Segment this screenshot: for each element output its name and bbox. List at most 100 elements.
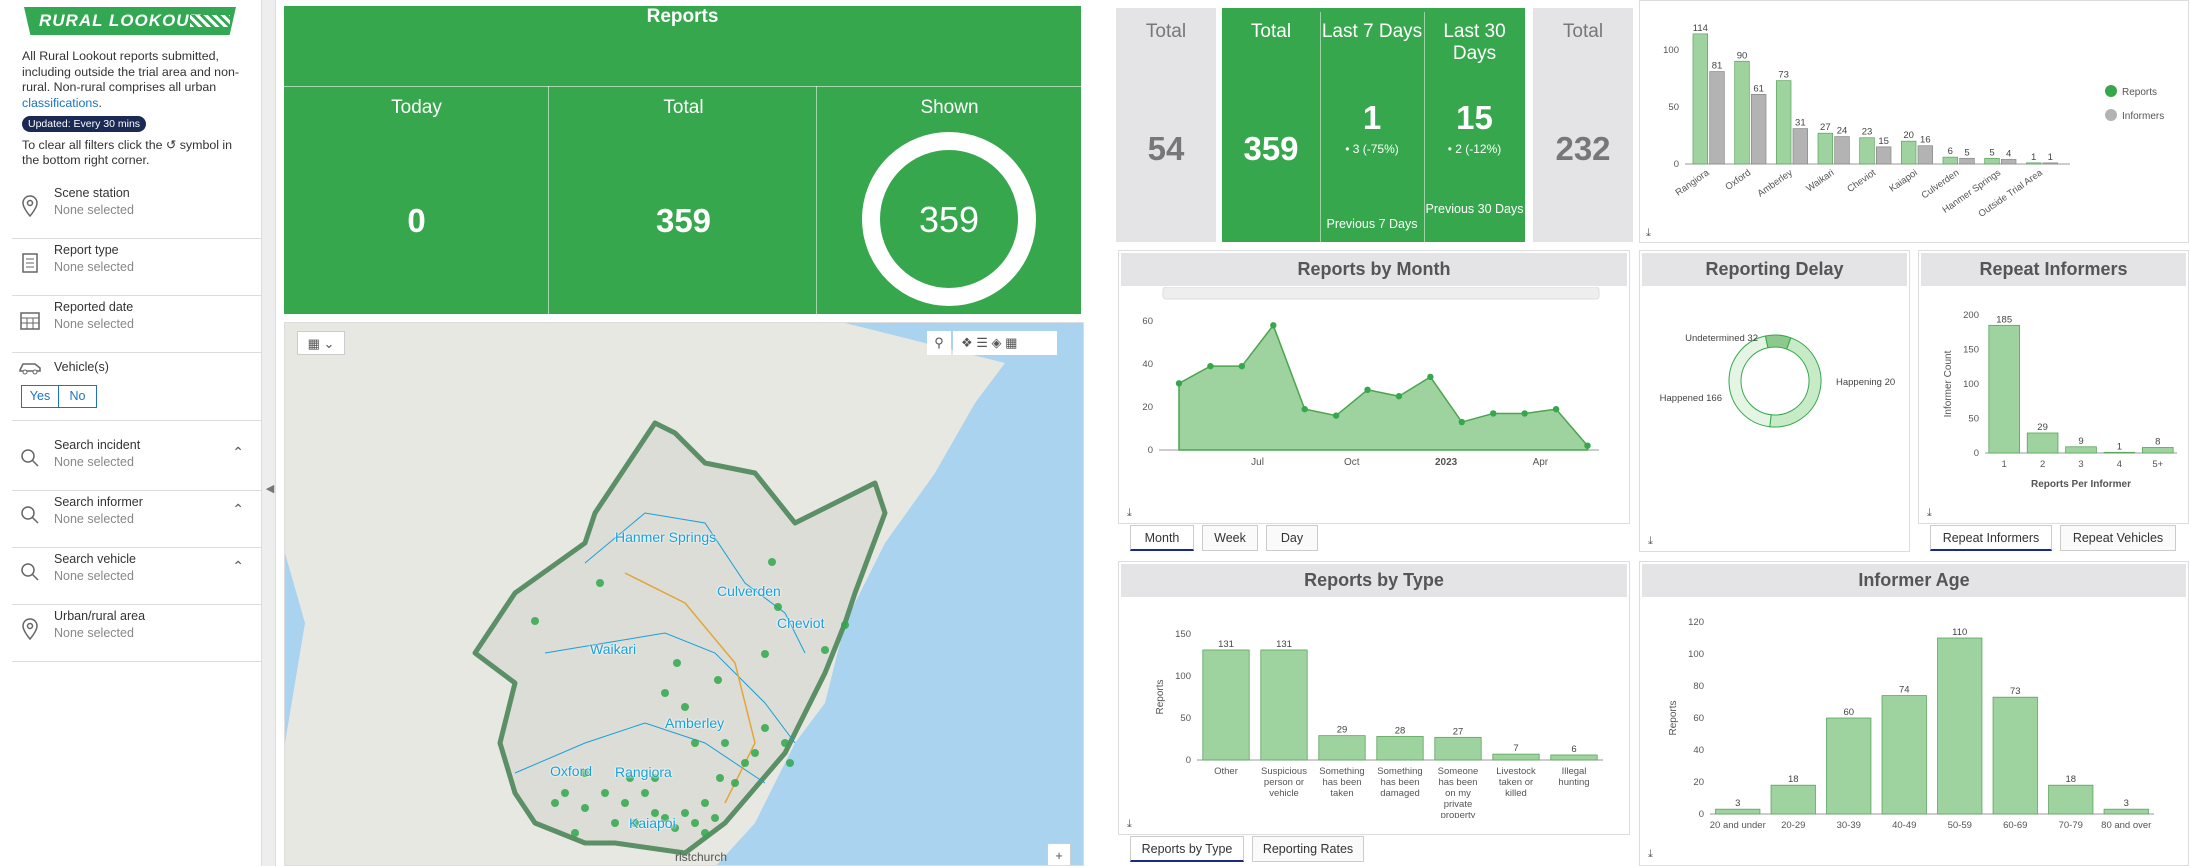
bar [1917,145,1934,165]
reports-by-type-chart: 0 50 100 150 131 Other 131 Suspicious person or v… [1155,629,1603,818]
bar [1715,808,1761,815]
divider [816,86,817,314]
filter-urban-rural[interactable]: Urban/rural area None selected [12,605,261,662]
filter-label: Reported date [54,300,134,314]
filter-report-type[interactable]: Report type None selected [12,239,261,296]
last-7-days-label: Last 7 Days [1321,21,1423,42]
x-tick-label: Oct [1344,457,1360,468]
shown-gauge: 359 [862,132,1036,306]
previous-30-days-label: Previous 30 Days [1425,202,1524,216]
filter-scene-station[interactable]: Scene station None selected [12,182,261,239]
basemap-toggle-button[interactable]: ▦ ⌄ [297,331,345,355]
x-tick-label: Something has been taken [1319,766,1364,799]
filter-reported-date[interactable]: Reported date None selected [12,296,261,353]
filter-value: None selected [54,455,134,469]
data-label: 23 [1862,127,1873,138]
data-label: 1 [2117,441,2122,452]
legend-label: Reports [2122,87,2157,98]
reporting-delay-chart: Happened 166 Happening 20 Undetermined 32 [1660,333,1895,428]
x-tick-label: 3 [2078,459,2083,470]
calendar-icon [20,312,40,330]
data-label: 27 [1820,122,1831,133]
bar [1834,136,1850,165]
filter-label: Search incident [54,438,141,452]
vehicle-yes-button[interactable]: Yes [21,385,59,408]
data-point [1395,393,1403,400]
filter-value: None selected [54,260,134,274]
chevron-up-icon[interactable]: ⌃ [232,558,244,575]
filter-label: Vehicle(s) [54,360,109,374]
download-icon[interactable]: ⤓ [1646,227,1651,240]
divider [284,86,1081,87]
data-point [1332,412,1340,419]
bar [2025,162,2042,165]
reports-map[interactable]: ▦ ⌄ ⚲ ❖ ☰ ◈ ▦ Hanmer Springs Culverden C… [284,322,1084,866]
y-tick-label: 20 [1142,402,1153,413]
tab-reporting-rates[interactable]: Reporting Rates [1252,836,1364,862]
x-tick-label: 2 [2040,459,2045,470]
download-icon[interactable]: ⤓ [1127,818,1132,831]
area-reports-panel: 0 50 100 114 81 Rangiora 90 61 Oxford 73 31 Amberle… [1639,0,2189,243]
sidebar-scroll-strip[interactable] [262,0,276,866]
donut-slice [1769,337,1822,428]
map-tools[interactable]: ❖ ☰ ◈ ▦ [953,331,1057,355]
x-tick-label: Jul [1251,457,1264,468]
bar [1817,132,1834,165]
search-icon[interactable]: ⚲ [927,331,951,355]
y-tick-label: 80 [1693,681,1704,692]
previous-7-days-label: Previous 7 Days [1326,217,1418,231]
map-label: Cheviot [777,615,825,631]
data-point [1552,405,1560,413]
y-tick-label: 50 [1180,713,1191,724]
bar [1434,736,1482,761]
x-tick-label: 20 and under [1710,820,1766,831]
download-icon[interactable]: ⤓ [1648,848,1653,861]
filter-search-vehicle[interactable]: Search vehicle None selected ⌃ [12,548,261,605]
data-label: 131 [1276,639,1292,650]
shown-value: 359 [919,199,979,240]
y-tick-label: 20 [1693,777,1704,788]
data-label: 15 [1878,136,1889,147]
download-icon[interactable]: ⤓ [1648,535,1653,548]
tab-repeat-informers[interactable]: Repeat Informers [1930,525,2052,551]
data-label: 81 [1712,61,1723,72]
y-tick-label: 100 [1688,649,1704,660]
filter-search-informer[interactable]: Search informer None selected ⌃ [12,491,261,548]
tab-reports-by-type[interactable]: Reports by Type [1130,836,1244,862]
today-value: 0 [407,202,426,239]
search-icon [21,506,39,524]
data-label: 18 [1788,774,1799,785]
data-point [1364,386,1371,393]
bar [1992,696,2038,815]
classifications-link[interactable]: classifications [22,96,98,110]
shown-label: Shown [920,97,979,118]
tab-day[interactable]: Day [1266,525,1318,551]
filter-value: None selected [54,626,134,640]
location-pin-icon [22,195,38,218]
repeat-informers-chart: 050100150200 1851292931485+Informer Count… [1943,310,2177,490]
download-icon[interactable]: ⤓ [1127,507,1132,520]
informer-age-panel: Informer Age 0 20 40 60 80 100 120 3 20 and unde… [1639,561,2189,866]
total-label: Total [1250,21,1292,42]
map-label: Kaiapoi [629,815,676,831]
bar [1202,649,1250,761]
collapse-sidebar-icon[interactable]: ◀ [262,475,278,503]
map-label: Oxford [550,763,593,779]
tab-week[interactable]: Week [1202,525,1258,551]
repeat-informers-panel: Repeat Informers 0 50 100 150 200 185 1 29 2 9 3 1 4… [1918,250,2189,524]
area-series [1178,323,1589,451]
x-tick-label: Amberley [1756,167,1795,199]
location-pin-icon [22,618,38,641]
filter-search-incident[interactable]: Search incident None selected ⌃ [12,434,261,491]
download-icon[interactable]: ⤓ [1927,507,1932,520]
x-tick-label: Other [1214,766,1238,777]
data-label: 74 [1899,685,1910,696]
tab-month[interactable]: Month [1130,525,1194,551]
chevron-up-icon[interactable]: ⌃ [232,444,244,461]
vehicle-no-button[interactable]: No [59,385,97,408]
chevron-up-icon[interactable]: ⌃ [232,501,244,518]
zoom-in-button[interactable]: + [1047,843,1071,865]
bar [1959,157,1975,165]
tab-repeat-vehicles[interactable]: Repeat Vehicles [2060,525,2176,551]
bar [1734,60,1750,165]
